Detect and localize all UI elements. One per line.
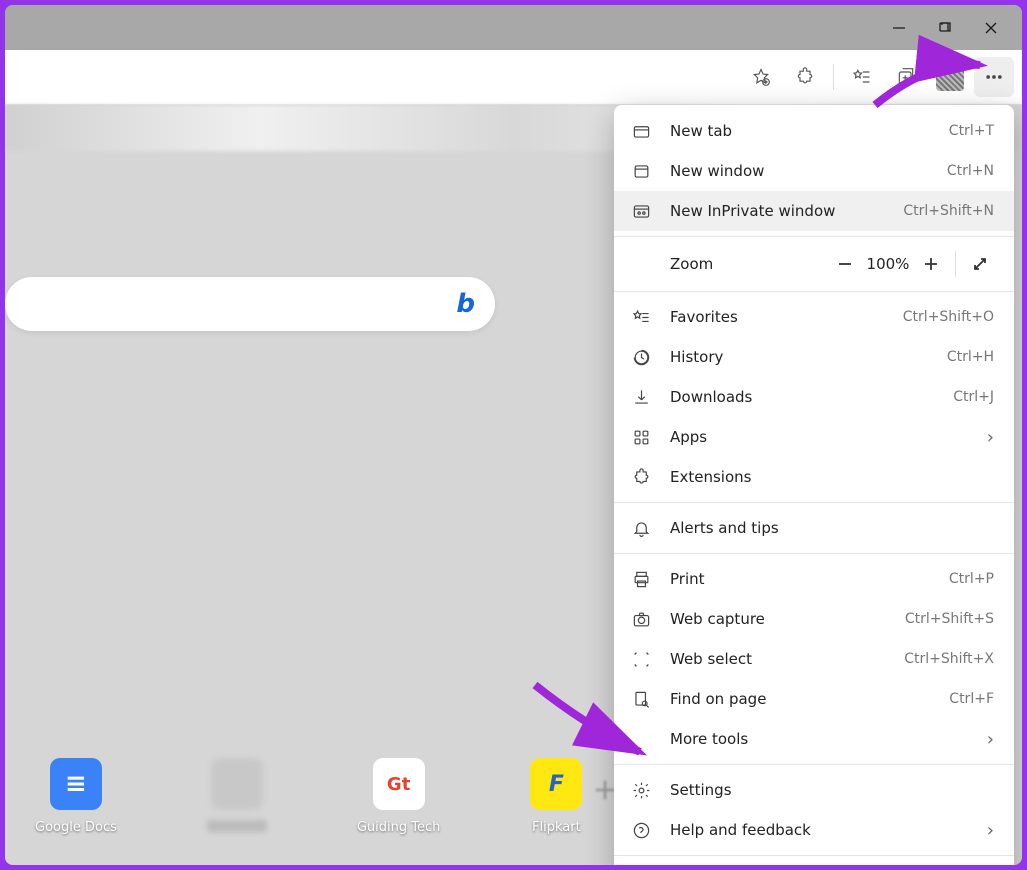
bell-icon [630,519,652,538]
menu-separator [614,553,1014,554]
menu-separator [614,764,1014,765]
zoom-label: Zoom [670,255,827,273]
minimize-button[interactable] [876,8,922,48]
toolbar-separator [833,64,834,90]
menu-item-shortcut: Ctrl+P [949,571,994,587]
shortcut-label: Flipkart [532,820,581,835]
menu-item-label: Settings [670,781,994,799]
shortcut-flipkart[interactable]: F Flipkart [530,758,582,835]
menu-print[interactable]: Print Ctrl+P [614,559,1014,599]
camera-icon [630,610,652,629]
menu-item-label: Web capture [670,610,905,628]
history-icon [630,348,652,367]
menu-find[interactable]: Find on page Ctrl+F [614,679,1014,719]
menu-item-shortcut: Ctrl+J [953,389,994,405]
menu-separator [614,291,1014,292]
add-favorite-icon[interactable] [741,57,781,97]
chevron-right-icon: › [987,427,994,448]
menu-more-tools[interactable]: More tools › [614,719,1014,759]
download-icon [630,388,652,407]
search-page-icon [630,690,652,709]
shortcut-guiding-tech[interactable]: Gt Guiding Tech [357,758,441,835]
menu-item-shortcut: Ctrl+Shift+O [903,309,994,325]
menu-item-label: Web select [670,650,904,668]
star-list-icon [630,308,652,327]
chevron-right-icon: › [987,820,994,841]
profile-avatar[interactable] [930,57,970,97]
menu-item-label: Apps [670,428,987,446]
menu-item-label: Favorites [670,308,903,326]
menu-item-label: Downloads [670,388,953,406]
browser-toolbar [5,50,1022,105]
print-icon [630,570,652,589]
collections-icon[interactable] [886,57,926,97]
menu-item-shortcut: Ctrl+Shift+S [905,611,994,627]
menu-item-label: History [670,348,947,366]
bing-icon: b [456,289,475,319]
help-icon [630,821,652,840]
maximize-button[interactable] [922,8,968,48]
settings-menu: New tab Ctrl+T New window Ctrl+N New InP… [614,105,1014,865]
zoom-divider [955,251,956,277]
chevron-right-icon: › [987,729,994,750]
shortcut-blurred[interactable] [207,758,267,835]
menu-item-shortcut: Ctrl+Shift+X [904,651,994,667]
select-icon [630,650,652,669]
menu-item-label: Help and feedback [670,821,987,839]
quick-links: ≡ Google Docs Gt Guiding Tech F Flipkart [35,758,582,835]
menu-settings[interactable]: Settings [614,770,1014,810]
favorites-list-icon[interactable] [842,57,882,97]
menu-item-label: More tools [670,730,987,748]
window-icon [630,162,652,181]
menu-separator [614,502,1014,503]
menu-item-label: New InPrivate window [670,202,903,220]
menu-close-edge[interactable]: Close Microsoft Edge [614,861,1014,865]
search-box[interactable]: b [5,277,495,331]
menu-item-label: New tab [670,122,949,140]
menu-separator [614,855,1014,856]
apps-icon [630,428,652,447]
shortcut-label [207,820,267,832]
menu-web-select[interactable]: Web select Ctrl+Shift+X [614,639,1014,679]
menu-item-shortcut: Ctrl+Shift+N [903,203,994,219]
menu-new-tab[interactable]: New tab Ctrl+T [614,111,1014,151]
menu-item-shortcut: Ctrl+T [949,123,994,139]
menu-item-shortcut: Ctrl+H [947,349,994,365]
menu-history[interactable]: History Ctrl+H [614,337,1014,377]
window-titlebar [5,5,1022,50]
shortcut-google-docs[interactable]: ≡ Google Docs [35,758,117,835]
menu-item-label: Find on page [670,690,949,708]
menu-new-window[interactable]: New window Ctrl+N [614,151,1014,191]
menu-favorites[interactable]: Favorites Ctrl+Shift+O [614,297,1014,337]
menu-item-label: Extensions [670,468,994,486]
gear-icon [630,781,652,800]
close-window-button[interactable] [968,8,1014,48]
menu-item-label: New window [670,162,947,180]
inprivate-icon [630,202,652,221]
extensions-icon[interactable] [785,57,825,97]
menu-new-inprivate[interactable]: New InPrivate window Ctrl+Shift+N [614,191,1014,231]
menu-separator [614,236,1014,237]
menu-item-label: Alerts and tips [670,519,994,537]
menu-downloads[interactable]: Downloads Ctrl+J [614,377,1014,417]
menu-item-shortcut: Ctrl+F [949,691,994,707]
menu-apps[interactable]: Apps › [614,417,1014,457]
zoom-in-button[interactable] [913,256,949,272]
zoom-value: 100% [863,255,913,273]
menu-item-shortcut: Ctrl+N [947,163,994,179]
shortcut-label: Google Docs [35,820,117,835]
menu-alerts[interactable]: Alerts and tips [614,508,1014,548]
puzzle-icon [630,468,652,487]
tab-icon [630,122,652,141]
fullscreen-button[interactable] [962,256,998,272]
menu-help[interactable]: Help and feedback › [614,810,1014,850]
more-menu-button[interactable] [974,57,1014,97]
menu-item-label: Print [670,570,949,588]
menu-extensions[interactable]: Extensions [614,457,1014,497]
zoom-out-button[interactable] [827,256,863,272]
shortcut-label: Guiding Tech [357,820,441,835]
menu-zoom: Zoom 100% [614,242,1014,286]
menu-web-capture[interactable]: Web capture Ctrl+Shift+S [614,599,1014,639]
